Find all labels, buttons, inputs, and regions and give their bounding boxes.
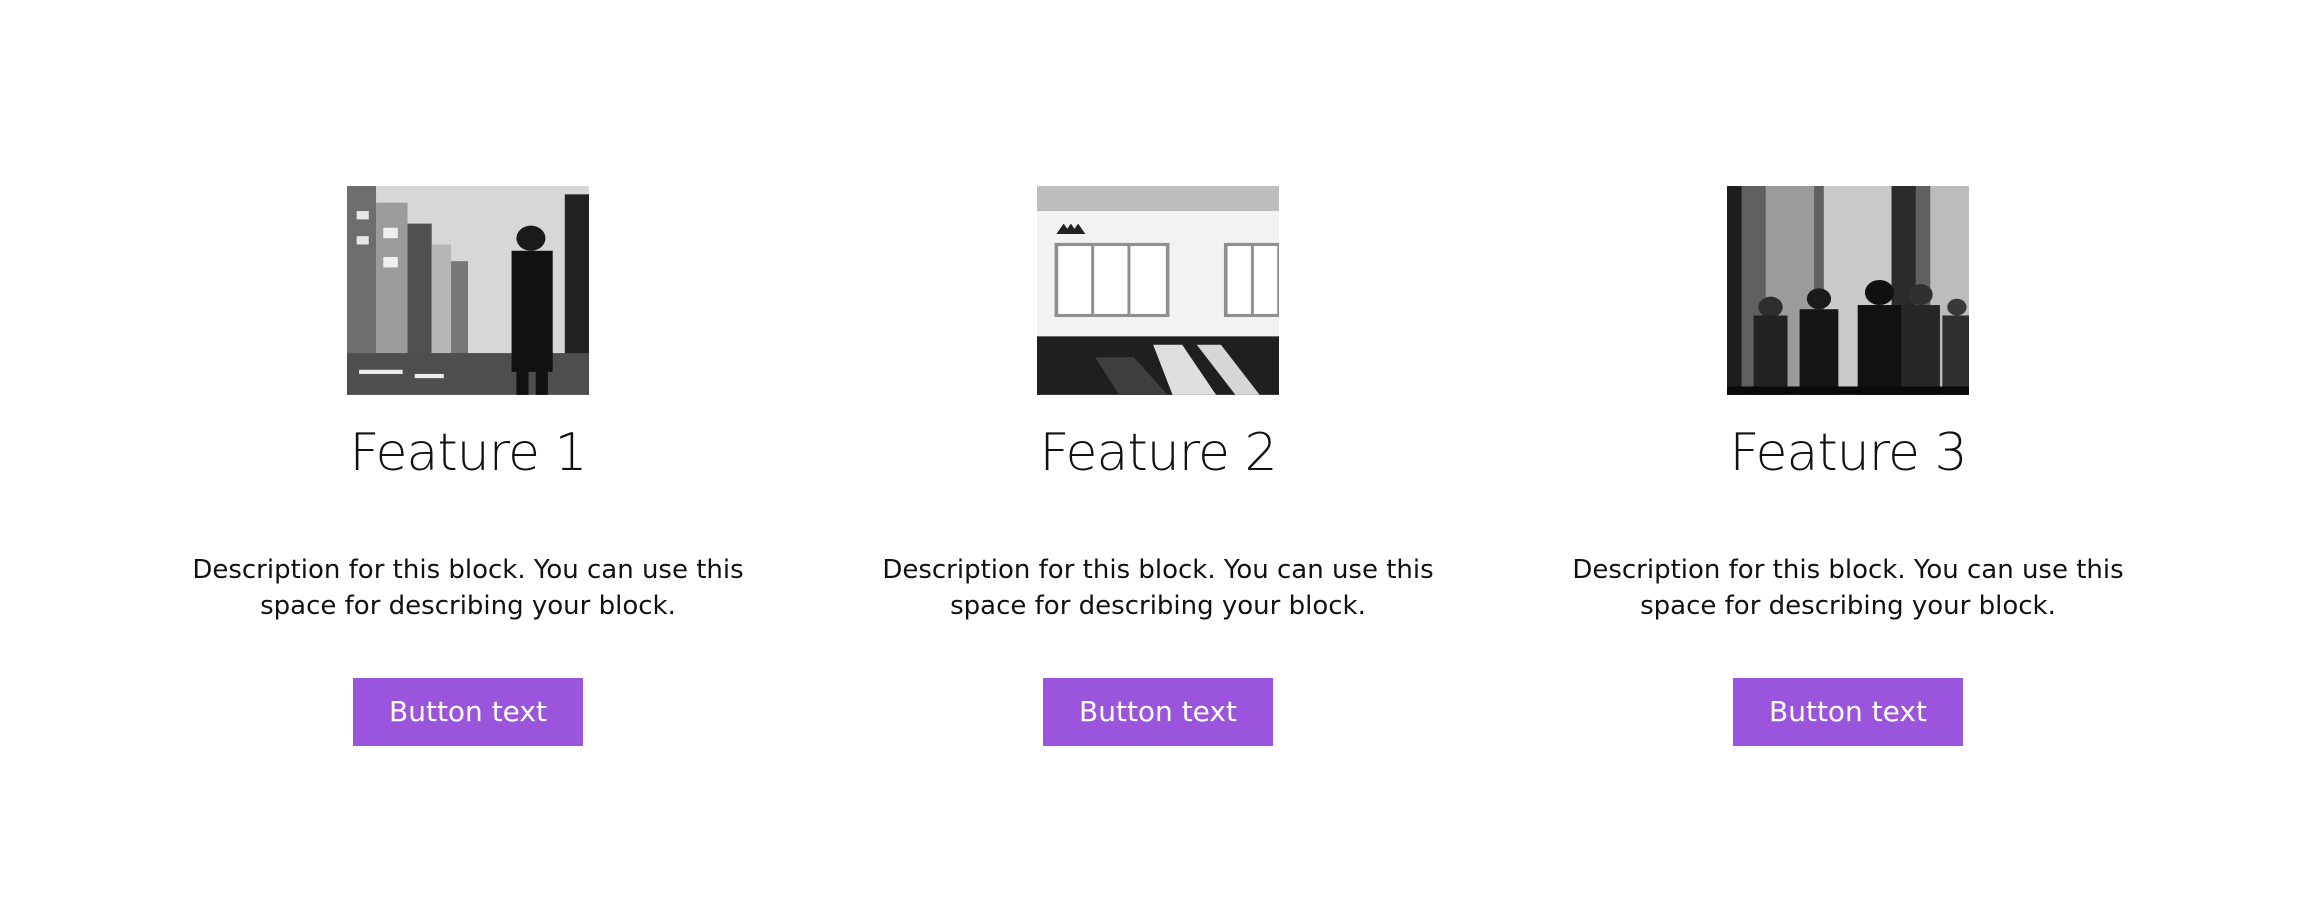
feature-description: Description for this block. You can use …: [192, 555, 744, 621]
feature-card-1: Feature 1 Description for this block. Yo…: [168, 186, 768, 746]
feature-card-3: Feature 3 Description for this block. Yo…: [1548, 186, 2148, 746]
meeting-photo-image: [1727, 186, 1969, 395]
feature-image-1: [347, 186, 589, 395]
feature-1-button[interactable]: Button text: [353, 678, 583, 746]
feature-image-2: [1037, 186, 1279, 395]
feature-2-button[interactable]: Button text: [1043, 678, 1273, 746]
feature-grid: Feature 1 Description for this block. Yo…: [168, 186, 2148, 746]
street-photo-image: [347, 186, 589, 395]
feature-title: Feature 1: [349, 422, 587, 483]
feature-image-3: [1727, 186, 1969, 395]
office-room-image: [1037, 186, 1279, 395]
feature-title: Feature 3: [1729, 422, 1967, 483]
feature-3-button[interactable]: Button text: [1733, 678, 1963, 746]
feature-description: Description for this block. You can use …: [882, 555, 1434, 621]
feature-title: Feature 2: [1039, 422, 1277, 483]
feature-description: Description for this block. You can use …: [1572, 555, 2124, 621]
feature-card-2: Feature 2 Description for this block. Yo…: [858, 186, 1458, 746]
